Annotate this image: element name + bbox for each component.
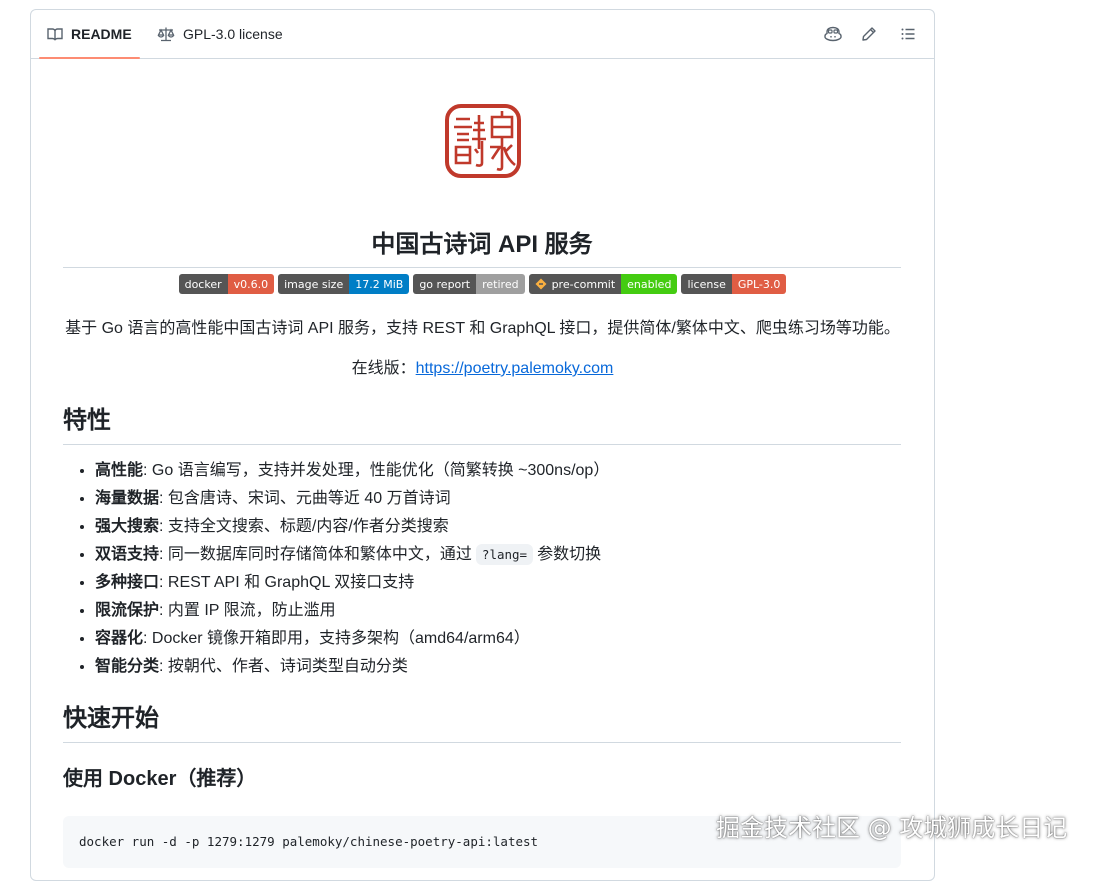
- feature-name: 高性能: [95, 462, 144, 479]
- logo-seal: [444, 103, 522, 184]
- feature-name: 强大搜索: [95, 518, 160, 535]
- list-unordered-icon: [901, 28, 915, 40]
- badge-pre-commit-label: pre-commit: [528, 274, 622, 294]
- feature-text: : 支持全文搜索、标题/内容/作者分类搜索: [159, 518, 449, 535]
- list-item: 多种接口: REST API 和 GraphQL 双接口支持: [95, 569, 901, 597]
- badge-image-size[interactable]: image size 17.2 MiB: [278, 274, 410, 294]
- badge-docker[interactable]: docker v0.6.0: [178, 274, 275, 294]
- list-item: 双语支持: 同一数据库同时存储简体和繁体中文，通过?lang=参数切换: [95, 541, 901, 569]
- online-line: 在线版：https://poetry.palemoky.com: [31, 357, 934, 381]
- tab-readme-label: README: [71, 26, 132, 42]
- edit-button[interactable]: [857, 22, 881, 46]
- feature-name: 海量数据: [95, 490, 160, 507]
- features-heading: 特性: [63, 406, 901, 445]
- tab-readme[interactable]: README: [39, 10, 140, 59]
- badge-license-value: GPL-3.0: [731, 274, 787, 294]
- readme-title: 中国古诗词 API 服务: [63, 220, 901, 268]
- feature-name: 容器化: [95, 630, 144, 647]
- watermark: 掘金技术社区 @ 攻城狮成长日记: [716, 814, 1068, 842]
- readme-panel: README GPL-3.0 license 中国古诗词 API 服务 dock…: [30, 9, 935, 881]
- feature-text: : 包含唐诗、宋词、元曲等近 40 万首诗词: [159, 490, 451, 507]
- feature-text: : 同一数据库同时存储简体和繁体中文，通过: [159, 546, 472, 563]
- badge-go-report-value: retired: [476, 274, 525, 294]
- seal-image: [445, 104, 521, 178]
- copilot-button[interactable]: [821, 22, 845, 46]
- badge-pre-commit-value: enabled: [621, 274, 678, 294]
- readme-tabbar: README GPL-3.0 license: [31, 10, 934, 59]
- list-item: 智能分类: 按朝代、作者、诗词类型自动分类: [95, 653, 901, 681]
- badge-pre-commit[interactable]: pre-commit enabled: [528, 274, 678, 294]
- pre-commit-icon: [535, 278, 547, 290]
- badge-image-size-value: 17.2 MiB: [349, 274, 410, 294]
- feature-text: : Go 语言编写，支持并发处理，性能优化（简繁转换 ~300ns/op）: [143, 462, 610, 479]
- description: 基于 Go 语言的高性能中国古诗词 API 服务，支持 REST 和 Graph…: [65, 320, 900, 337]
- features-list: 高性能: Go 语言编写，支持并发处理，性能优化（简繁转换 ~300ns/op）…: [63, 457, 901, 681]
- law-icon: [157, 27, 175, 42]
- badge-license[interactable]: license GPL-3.0: [681, 274, 787, 294]
- online-prefix: 在线版：: [351, 360, 416, 377]
- badge-go-report[interactable]: go report retired: [413, 274, 525, 294]
- badge-license-label: license: [681, 274, 732, 294]
- badge-go-report-label: go report: [413, 274, 477, 294]
- quickstart-heading: 快速开始: [63, 704, 901, 743]
- badge-row: docker v0.6.0 image size 17.2 MiB go rep…: [31, 274, 934, 294]
- online-link[interactable]: https://poetry.palemoky.com: [416, 360, 614, 377]
- feature-name: 双语支持: [95, 546, 160, 563]
- badge-image-size-label: image size: [278, 274, 350, 294]
- badge-docker-value: v0.6.0: [227, 274, 275, 294]
- list-item: 海量数据: 包含唐诗、宋词、元曲等近 40 万首诗词: [95, 485, 901, 513]
- badge-docker-label: docker: [178, 274, 228, 294]
- feature-text: : Docker 镜像开箱即用，支持多架构（amd64/arm64）: [143, 630, 530, 647]
- list-item: 强大搜索: 支持全文搜索、标题/内容/作者分类搜索: [95, 513, 901, 541]
- feature-name: 多种接口: [95, 574, 160, 591]
- outline-button[interactable]: [896, 22, 920, 46]
- tab-license-label: GPL-3.0 license: [183, 26, 283, 42]
- book-icon: [47, 28, 63, 41]
- badge-pre-commit-text: pre-commit: [551, 277, 616, 291]
- copilot-icon: [824, 26, 842, 42]
- feature-text: : REST API 和 GraphQL 双接口支持: [159, 574, 415, 591]
- list-item: 限流保护: 内置 IP 限流，防止滥用: [95, 597, 901, 625]
- list-item: 容器化: Docker 镜像开箱即用，支持多架构（amd64/arm64）: [95, 625, 901, 653]
- feature-name: 智能分类: [95, 658, 160, 675]
- list-item: 高性能: Go 语言编写，支持并发处理，性能优化（简繁转换 ~300ns/op）: [95, 457, 901, 485]
- inline-code: ?lang=: [475, 544, 534, 565]
- feature-text: : 内置 IP 限流，防止滥用: [159, 602, 336, 619]
- docker-heading: 使用 Docker（推荐）: [63, 768, 257, 790]
- feature-name: 限流保护: [95, 602, 160, 619]
- tab-license[interactable]: GPL-3.0 license: [149, 10, 291, 58]
- feature-text-suffix: 参数切换: [537, 546, 602, 563]
- pencil-icon: [862, 27, 876, 41]
- feature-text: : 按朝代、作者、诗词类型自动分类: [159, 658, 408, 675]
